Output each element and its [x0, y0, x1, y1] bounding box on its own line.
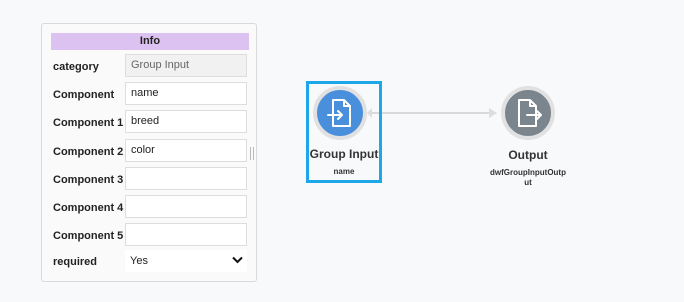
file-export-icon	[518, 99, 542, 127]
output-node-subtitle: dwfGroupInputOutput	[490, 168, 566, 187]
group-input-node-subtitle: name	[333, 167, 355, 176]
group-input-node[interactable]	[313, 86, 367, 140]
group-input-node-title: Group Input	[309, 147, 379, 161]
output-node[interactable]	[501, 86, 555, 140]
output-node-title: Output	[508, 148, 548, 162]
file-import-icon	[327, 99, 351, 127]
edge-end-arrow	[489, 108, 497, 118]
